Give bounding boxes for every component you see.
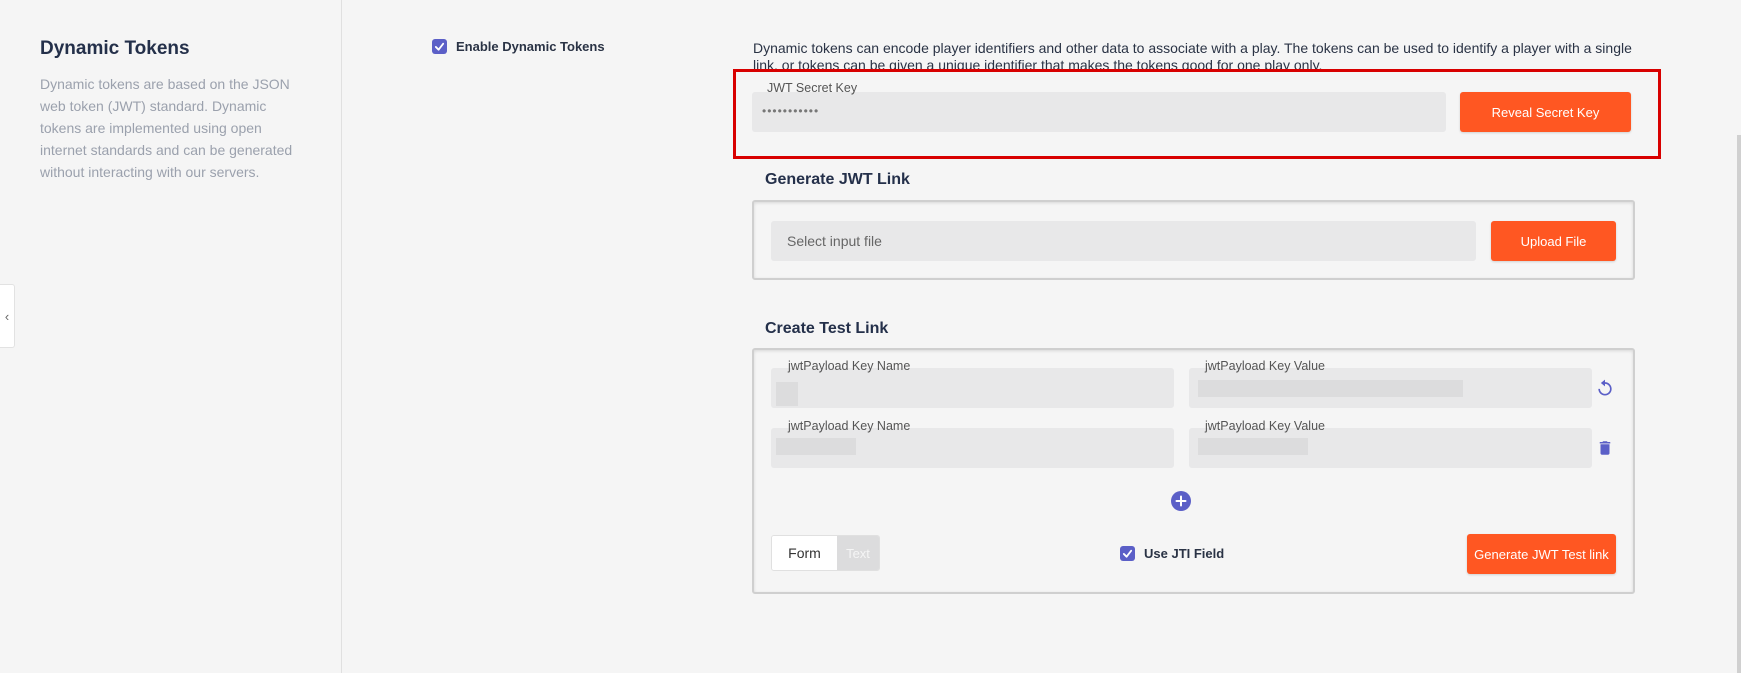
enable-dynamic-tokens[interactable]: Enable Dynamic Tokens (432, 39, 605, 54)
plus-circle-icon (1171, 491, 1191, 511)
redacted-value (1198, 438, 1308, 455)
jwt-secret-key-label: JWT Secret Key (767, 81, 858, 95)
payload-key-value-input[interactable] (1189, 368, 1592, 408)
redacted-value (776, 438, 856, 455)
enable-dynamic-tokens-checkbox[interactable] (432, 39, 447, 54)
select-input-file-field[interactable]: Select input file (771, 221, 1476, 261)
intro-text: Dynamic tokens can encode player identif… (753, 40, 1632, 71)
create-test-link-title: Create Test Link (765, 320, 889, 337)
dynamic-tokens-page: ‹ Dynamic Tokens Dynamic tokens are base… (0, 0, 1741, 673)
delete-row-button[interactable] (1593, 436, 1617, 460)
payload-key-value-label: jwtPayload Key Value (1205, 359, 1325, 373)
enable-dynamic-tokens-label: Enable Dynamic Tokens (456, 39, 605, 54)
mode-form-option[interactable]: Form (772, 536, 837, 570)
refresh-icon (1598, 379, 1612, 396)
section-description: Dynamic Tokens Dynamic tokens are based … (40, 38, 300, 183)
generate-jwt-link-title: Generate JWT Link (765, 171, 910, 188)
payload-key-name-input[interactable] (771, 368, 1174, 408)
column-divider (341, 0, 342, 673)
redacted-value (1198, 380, 1463, 397)
check-icon (1122, 549, 1133, 558)
jwt-secret-key-field[interactable]: ••••••••••• (752, 92, 1446, 132)
reveal-secret-key-button[interactable]: Reveal Secret Key (1460, 92, 1631, 132)
payload-key-value-input[interactable] (1189, 428, 1592, 468)
add-row-button[interactable] (1170, 490, 1192, 512)
mode-toggle: Form Text (771, 535, 880, 571)
check-icon (434, 42, 445, 51)
chevron-left-icon: ‹ (4, 308, 10, 324)
mode-text-option[interactable]: Text (837, 536, 879, 570)
payload-key-name-label: jwtPayload Key Name (788, 359, 911, 373)
payload-key-value-label: jwtPayload Key Value (1205, 419, 1325, 433)
payload-key-name-input[interactable] (771, 428, 1174, 468)
redacted-value (776, 382, 798, 406)
reset-row-button[interactable] (1593, 376, 1617, 400)
payload-key-name-label: jwtPayload Key Name (788, 419, 911, 433)
upload-file-button[interactable]: Upload File (1491, 221, 1616, 261)
generate-jwt-test-link-button[interactable]: Generate JWT Test link (1467, 534, 1616, 574)
section-title: Dynamic Tokens (40, 38, 190, 59)
page-scrollbar[interactable] (1737, 135, 1741, 673)
use-jti-checkbox[interactable] (1120, 546, 1135, 561)
use-jti-field[interactable]: Use JTI Field (1120, 546, 1224, 561)
trash-icon (1599, 441, 1611, 455)
section-description-text: Dynamic tokens are based on the JSON web… (40, 76, 293, 180)
use-jti-label: Use JTI Field (1144, 546, 1225, 561)
collapse-sidebar-button[interactable]: ‹ (0, 284, 15, 348)
